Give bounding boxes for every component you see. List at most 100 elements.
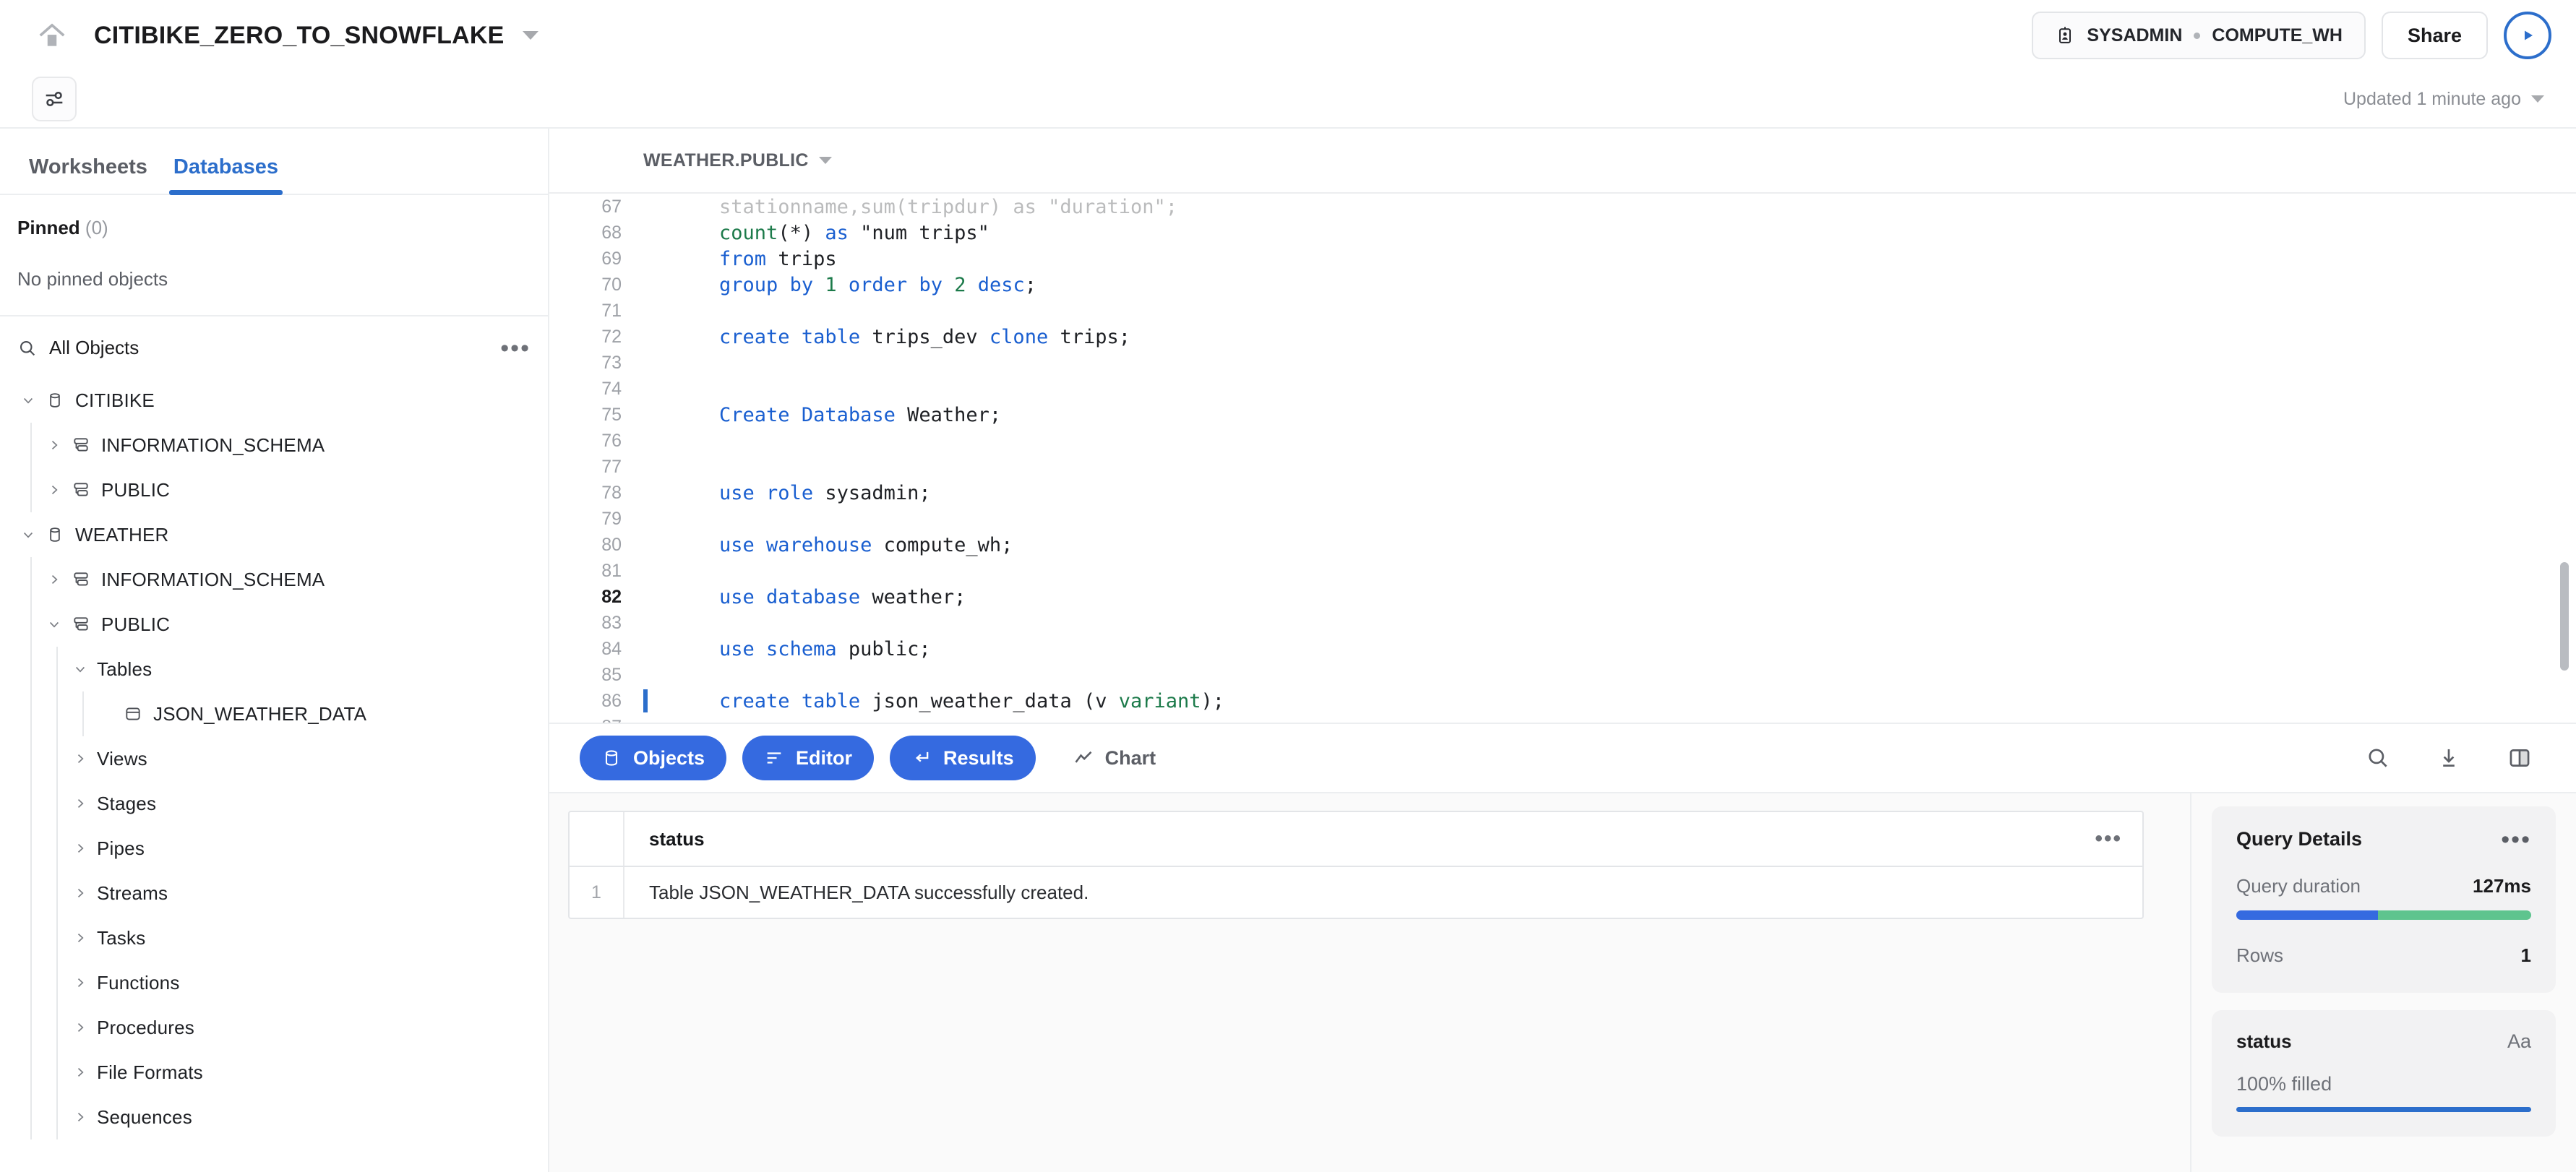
code-line[interactable]: 73 (549, 350, 2576, 376)
page-title[interactable]: CITIBIKE_ZERO_TO_SNOWFLAKE (94, 22, 538, 50)
chevron-right-icon[interactable] (68, 751, 93, 766)
tab-worksheets[interactable]: Worksheets (16, 155, 160, 194)
download-icon[interactable] (2433, 742, 2465, 774)
chevron-down-icon[interactable] (68, 662, 93, 676)
code-line[interactable]: 67 stationname,sum(tripdur) as "duration… (549, 194, 2576, 220)
code-line[interactable]: 79 (549, 506, 2576, 532)
code-line[interactable]: 87 (549, 714, 2576, 723)
tree-item-information-schema[interactable]: INFORMATION_SCHEMA (0, 557, 548, 602)
results-toolbar-actions (2362, 742, 2546, 774)
tree-guide-line (30, 826, 32, 871)
code-line[interactable]: 69 from trips (549, 246, 2576, 272)
code-line[interactable]: 82 use database weather; (549, 584, 2576, 610)
tree-item-json-weather-data[interactable]: JSON_WEATHER_DATA (0, 691, 548, 736)
chevron-right-icon[interactable] (68, 1020, 93, 1035)
tab-objects[interactable]: Objects (580, 736, 726, 780)
warehouse-label: COMPUTE_WH (2212, 25, 2343, 46)
tree-item-stages[interactable]: Stages (0, 781, 548, 826)
code-line[interactable]: 74 (549, 376, 2576, 402)
tree-item-functions[interactable]: Functions (0, 960, 548, 1005)
line-number: 80 (549, 535, 640, 556)
sql-code[interactable]: 67 stationname,sum(tripdur) as "duration… (549, 194, 2576, 723)
chevron-right-icon[interactable] (68, 975, 93, 990)
code-line[interactable]: 68 count(*) as "num trips" (549, 220, 2576, 246)
code-line[interactable]: 76 (549, 428, 2576, 454)
tree-guide-line (30, 1005, 32, 1050)
code-line[interactable]: 84 use schema public; (549, 636, 2576, 662)
sql-editor[interactable]: 67 stationname,sum(tripdur) as "duration… (549, 194, 2576, 723)
chevron-right-icon[interactable] (68, 886, 93, 900)
column-header-status[interactable]: status ••• (624, 828, 2142, 850)
sliders-icon[interactable] (32, 77, 77, 121)
tree-item-sequences[interactable]: Sequences (0, 1095, 548, 1139)
chevron-right-icon[interactable] (68, 796, 93, 811)
code-line[interactable]: 80 use warehouse compute_wh; (549, 532, 2576, 558)
chevron-right-icon[interactable] (68, 931, 93, 945)
updated-timestamp[interactable]: Updated 1 minute ago (2343, 89, 2544, 110)
tab-results[interactable]: Results (890, 736, 1036, 780)
tree-item-procedures[interactable]: Procedures (0, 1005, 548, 1050)
tree-item-streams[interactable]: Streams (0, 871, 548, 915)
tree-guide-line (56, 781, 58, 826)
user-badge-icon (2055, 25, 2075, 46)
chevron-down-icon[interactable] (819, 157, 832, 164)
tree-guide-line (56, 871, 58, 915)
context-label: WEATHER.PUBLIC (643, 150, 809, 171)
tree-item-public[interactable]: PUBLIC (0, 602, 548, 647)
ellipsis-icon[interactable]: ••• (2095, 836, 2122, 842)
editor-scrollbar[interactable] (2560, 562, 2569, 671)
chevron-down-icon[interactable] (2531, 95, 2544, 103)
tree-item-tables[interactable]: Tables (0, 647, 548, 691)
search-icon[interactable] (2362, 742, 2394, 774)
chevron-right-icon[interactable] (68, 1110, 93, 1124)
chevron-right-icon[interactable] (42, 483, 66, 497)
tree-item-pipes[interactable]: Pipes (0, 826, 548, 871)
chevron-right-icon[interactable] (68, 841, 93, 856)
chevron-down-icon[interactable] (16, 393, 40, 408)
tree-item-citibike[interactable]: CITIBIKE (0, 378, 548, 423)
chevron-right-icon[interactable] (68, 1065, 93, 1080)
tree-item-file-formats[interactable]: File Formats (0, 1050, 548, 1095)
chevron-down-icon[interactable] (16, 527, 40, 542)
code-line[interactable]: 78 use role sysadmin; (549, 480, 2576, 506)
tab-chart[interactable]: Chart (1052, 736, 1178, 780)
chevron-right-icon[interactable] (42, 438, 66, 452)
ellipsis-icon[interactable]: ••• (2501, 836, 2531, 843)
code-line[interactable]: 81 (549, 558, 2576, 584)
code-line[interactable]: 70 group by 1 order by 2 desc; (549, 272, 2576, 298)
code-line[interactable]: 75 Create Database Weather; (549, 402, 2576, 428)
share-button[interactable]: Share (2382, 12, 2488, 59)
code-text: use schema public; (651, 638, 931, 660)
split-panel-icon[interactable] (2504, 742, 2536, 774)
home-icon[interactable] (32, 15, 72, 56)
tree-item-public[interactable]: PUBLIC (0, 467, 548, 512)
tree-item-views[interactable]: Views (0, 736, 548, 781)
query-details-card: Query Details ••• Query duration 127ms (2212, 806, 2556, 993)
code-line[interactable]: 86 create table json_weather_data (v var… (549, 688, 2576, 714)
project-name: CITIBIKE_ZERO_TO_SNOWFLAKE (94, 22, 505, 49)
tree-item-tasks[interactable]: Tasks (0, 915, 548, 960)
line-number: 84 (549, 639, 640, 660)
chevron-down-icon[interactable] (523, 31, 538, 40)
code-line[interactable]: 85 (549, 662, 2576, 688)
tab-editor[interactable]: Editor (742, 736, 874, 780)
chevron-right-icon[interactable] (42, 572, 66, 587)
tab-databases[interactable]: Databases (160, 155, 291, 194)
snowflake-worksheet-app: CITIBIKE_ZERO_TO_SNOWFLAKE SYSADMIN COMP… (0, 0, 2576, 1172)
run-button[interactable] (2504, 12, 2551, 59)
database-schema-selector[interactable]: WEATHER.PUBLIC (643, 150, 832, 171)
code-line[interactable]: 83 (549, 610, 2576, 636)
tree-item-weather[interactable]: WEATHER (0, 512, 548, 557)
ellipsis-icon[interactable]: ••• (500, 345, 531, 352)
table-row[interactable]: 1 Table JSON_WEATHER_DATA successfully c… (570, 867, 2142, 918)
code-line[interactable]: 71 (549, 298, 2576, 324)
role-warehouse-selector[interactable]: SYSADMIN COMPUTE_WH (2032, 12, 2366, 59)
all-objects-row[interactable]: All Objects ••• (0, 316, 548, 378)
line-number: 85 (549, 665, 640, 686)
code-line[interactable]: 72 create table trips_dev clone trips; (549, 324, 2576, 350)
results-body: status ••• 1 Table JSON_WEATHER_DATA suc… (549, 792, 2576, 1172)
column-stats-header: status Aa (2236, 1030, 2531, 1053)
tree-item-information-schema[interactable]: INFORMATION_SCHEMA (0, 423, 548, 467)
chevron-down-icon[interactable] (42, 617, 66, 632)
code-line[interactable]: 77 (549, 454, 2576, 480)
